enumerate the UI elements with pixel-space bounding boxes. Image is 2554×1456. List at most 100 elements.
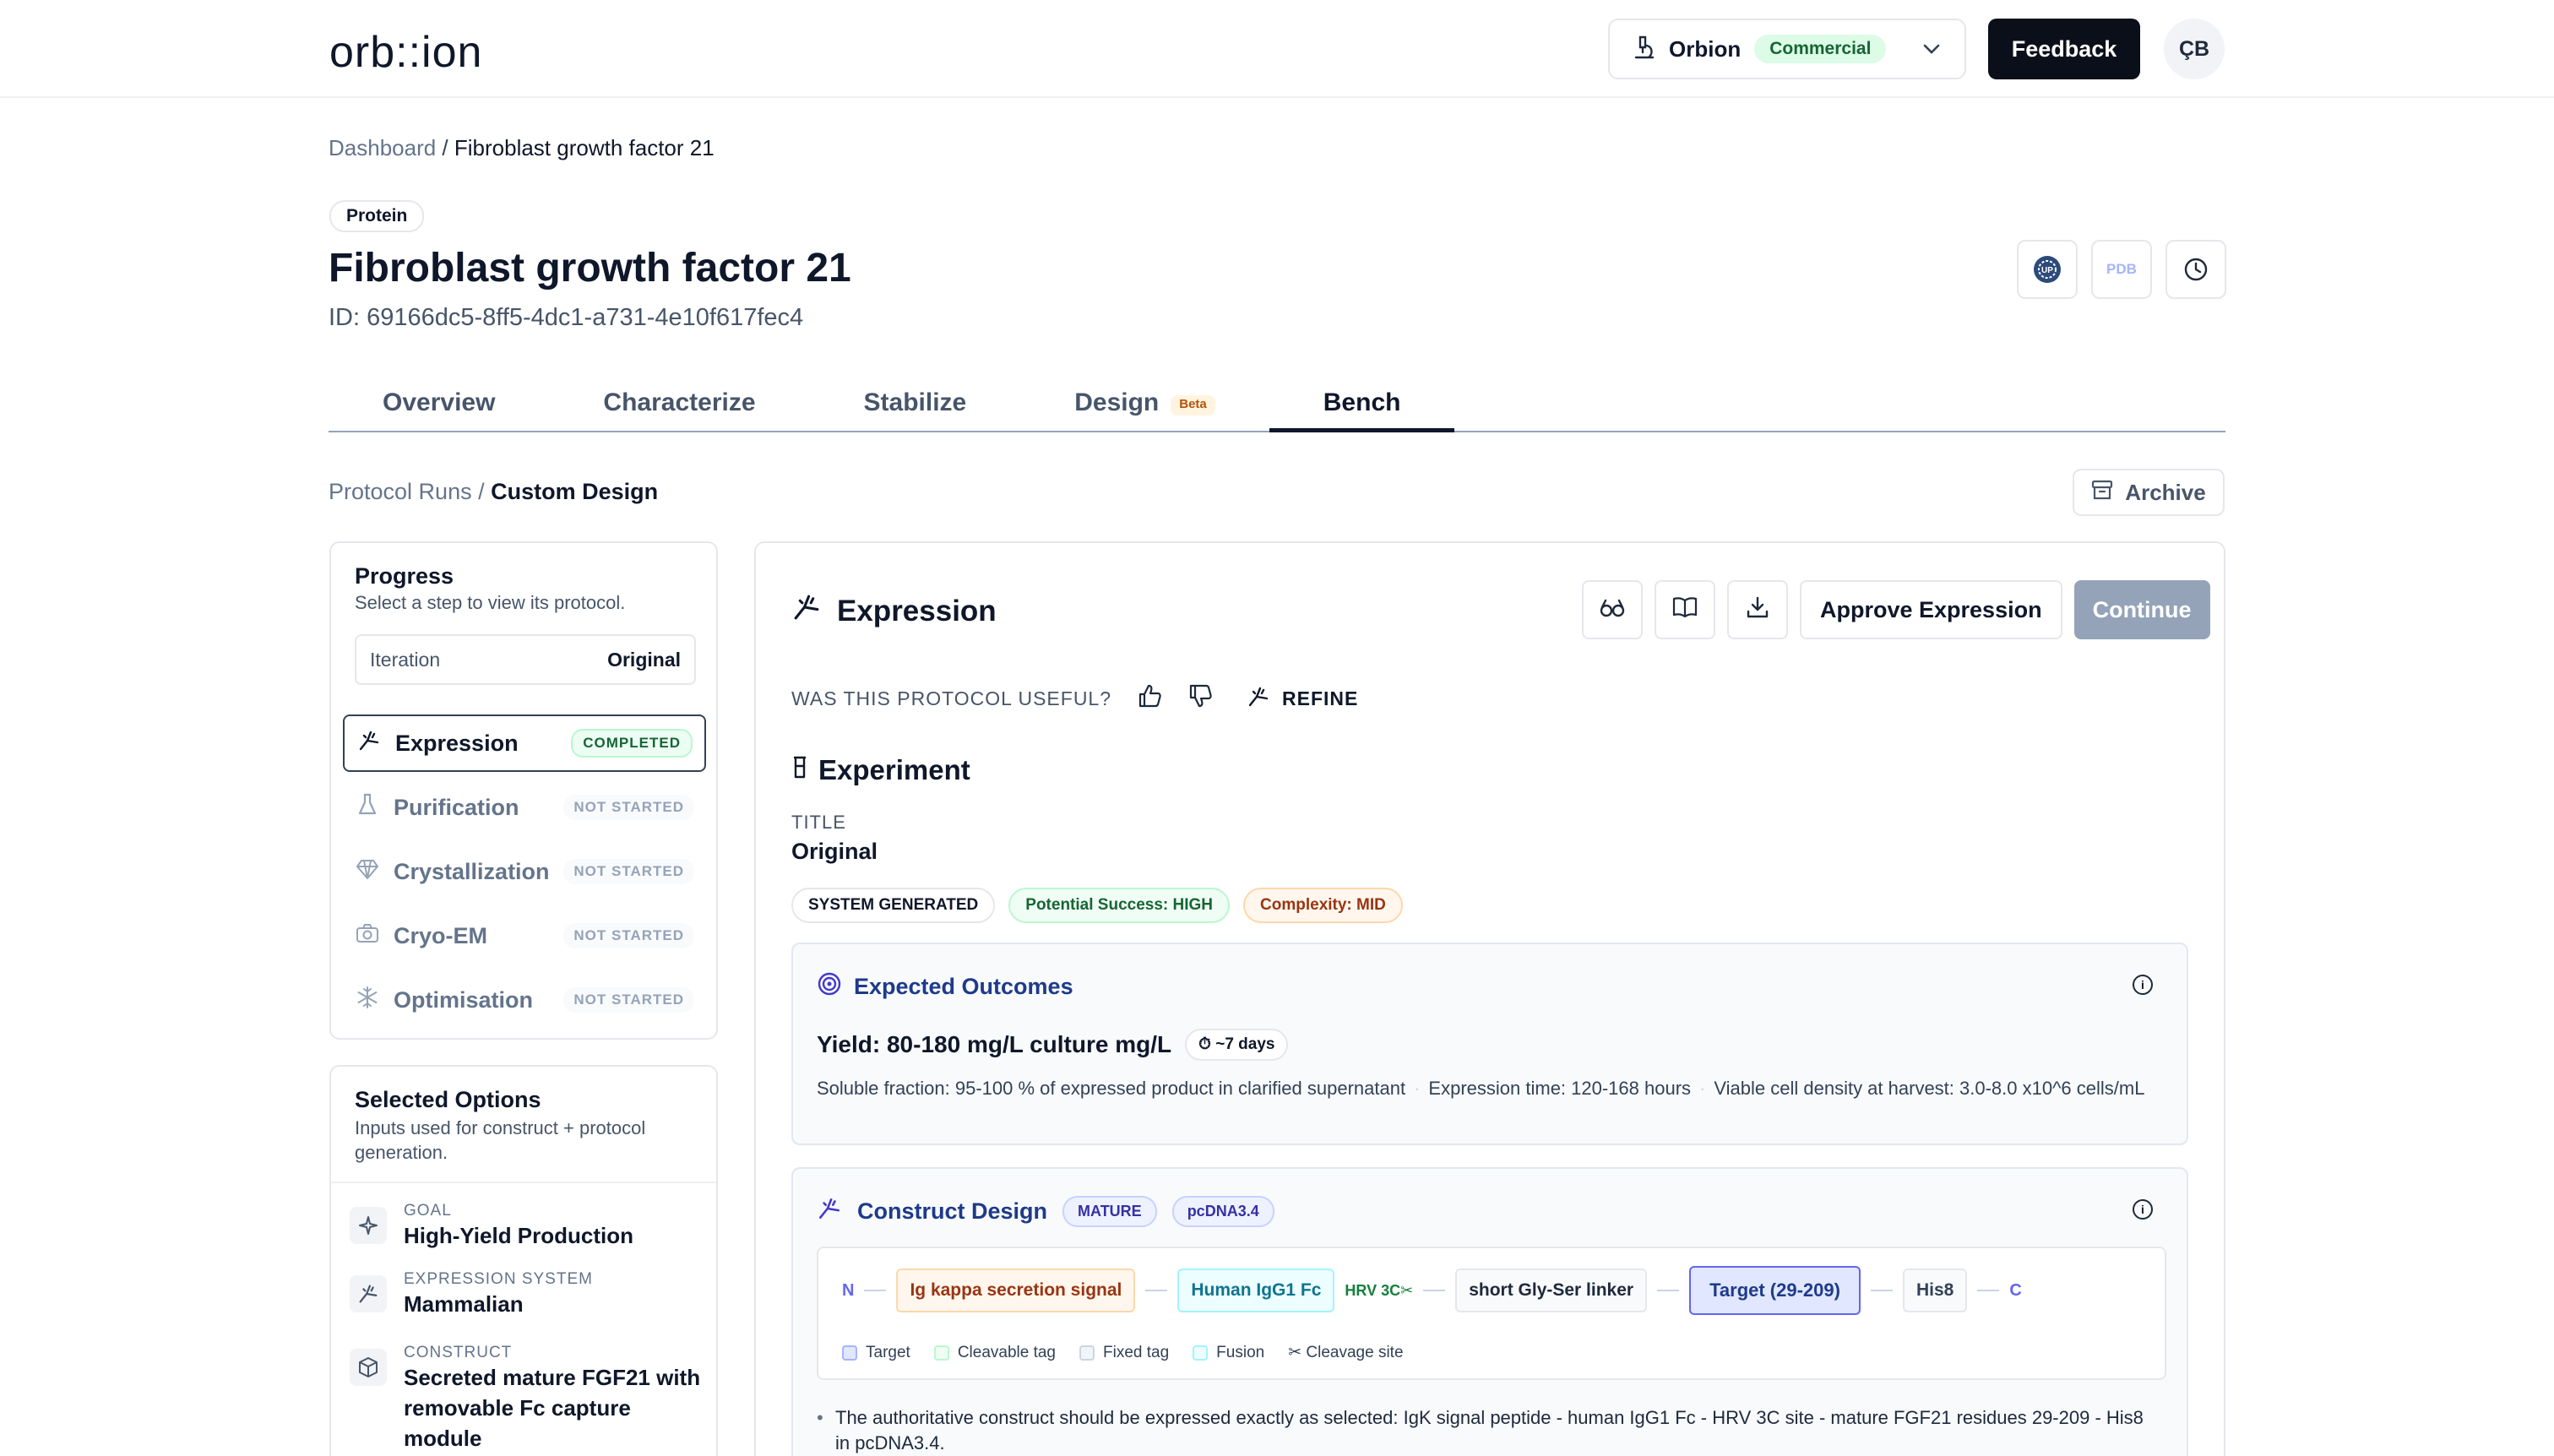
option-expression-system: EXPRESSION SYSTEM Mammalian bbox=[350, 1270, 708, 1319]
experiment-title-label: TITLE bbox=[791, 812, 846, 833]
step-crystallization[interactable]: Crystallization NOT STARTED bbox=[343, 843, 706, 900]
tab-label: Stabilize bbox=[863, 388, 967, 416]
microscope-icon bbox=[1633, 35, 1655, 63]
segment-his-tag[interactable]: His8 bbox=[1902, 1269, 1968, 1312]
success-chip: Potential Success: HIGH bbox=[1008, 888, 1231, 923]
step-name: Crystallization bbox=[394, 858, 550, 884]
step-cryo-em[interactable]: Cryo-EM NOT STARTED bbox=[343, 907, 706, 964]
tab-design[interactable]: Design Beta bbox=[1020, 380, 1269, 432]
user-avatar[interactable]: ÇB bbox=[2164, 19, 2225, 79]
duration-badge: ⏱ ~7 days bbox=[1185, 1029, 1289, 1061]
svg-text:UP: UP bbox=[2041, 266, 2053, 275]
refine-button[interactable]: REFINE bbox=[1247, 685, 1358, 714]
vector-chip: pcDNA3.4 bbox=[1171, 1196, 1274, 1227]
camera-icon bbox=[355, 923, 380, 949]
tab-label: Overview bbox=[383, 388, 496, 416]
download-icon bbox=[1746, 595, 1769, 625]
tab-bench[interactable]: Bench bbox=[1269, 380, 1455, 432]
progress-title: Progress bbox=[355, 563, 454, 589]
expected-outcomes-section: Expected Outcomes i Yield: 80-180 mg/L c… bbox=[791, 943, 2188, 1145]
thumbs-down-icon[interactable] bbox=[1187, 683, 1213, 714]
continue-button[interactable]: Continue bbox=[2073, 580, 2210, 639]
iteration-select[interactable]: Iteration Original bbox=[355, 634, 696, 685]
legend-target: Target bbox=[842, 1343, 910, 1362]
segment-signal-peptide[interactable]: Ig kappa secretion signal bbox=[896, 1269, 1136, 1312]
segment-target[interactable]: Target (29-209) bbox=[1689, 1266, 1861, 1315]
organization-switcher[interactable]: Orbion Commercial bbox=[1608, 19, 1966, 79]
step-purification[interactable]: Purification NOT STARTED bbox=[343, 779, 706, 836]
legend-cleavable-tag: Cleavable tag bbox=[933, 1343, 1056, 1362]
progress-subtitle: Select a step to view its protocol. bbox=[355, 592, 626, 613]
connector bbox=[864, 1290, 887, 1291]
construct-note: The authoritative construct should be ex… bbox=[817, 1405, 2160, 1456]
open-book-button[interactable] bbox=[1655, 580, 1715, 639]
archive-button[interactable]: Archive bbox=[2073, 469, 2225, 516]
progress-card: Progress Select a step to view its proto… bbox=[329, 541, 718, 1040]
legend-swatch bbox=[933, 1345, 949, 1361]
legend-label: Fusion bbox=[1216, 1343, 1265, 1361]
connector bbox=[1145, 1290, 1168, 1291]
tab-label: Characterize bbox=[603, 388, 756, 416]
expression-icon bbox=[356, 729, 382, 758]
construct-heading: Construct Design MATURE pcDNA3.4 bbox=[817, 1196, 1274, 1227]
protocol-title: Expression bbox=[791, 592, 997, 630]
experiment-heading: Experiment bbox=[791, 754, 970, 786]
legend-swatch bbox=[1193, 1345, 1209, 1361]
thumbs-up-icon[interactable] bbox=[1137, 683, 1162, 714]
pdb-icon[interactable]: PDB bbox=[2091, 240, 2152, 299]
beaker-icon bbox=[791, 754, 808, 786]
connector bbox=[1657, 1290, 1680, 1291]
breadcrumb-separator: / bbox=[471, 479, 492, 504]
refine-label: REFINE bbox=[1282, 687, 1359, 709]
options-title: Selected Options bbox=[355, 1087, 541, 1112]
download-button[interactable] bbox=[1727, 580, 1788, 639]
approve-expression-button[interactable]: Approve Expression bbox=[1800, 580, 2062, 639]
info-icon[interactable]: i bbox=[2133, 1199, 2153, 1220]
cleavage-site-hrv3c[interactable]: HRV 3C✂ bbox=[1345, 1282, 1413, 1300]
uniprot-icon[interactable]: UP bbox=[2017, 240, 2078, 299]
protocol-breadcrumb-current: Custom Design bbox=[491, 479, 659, 504]
tab-stabilize[interactable]: Stabilize bbox=[810, 380, 1021, 432]
step-expression[interactable]: Expression COMPLETED bbox=[343, 714, 706, 772]
legend-fixed-tag: Fixed tag bbox=[1079, 1343, 1169, 1362]
tab-overview[interactable]: Overview bbox=[329, 380, 549, 432]
step-status-badge: NOT STARTED bbox=[563, 795, 694, 820]
options-subtitle: Inputs used for construct + protocol gen… bbox=[355, 1117, 646, 1163]
segment-linker[interactable]: short Gly-Ser linker bbox=[1455, 1269, 1648, 1312]
option-label: GOAL bbox=[404, 1202, 452, 1220]
history-icon[interactable] bbox=[2165, 240, 2226, 299]
segment-fc-fusion[interactable]: Human IgG1 Fc bbox=[1177, 1269, 1335, 1312]
protocol-runs-link[interactable]: Protocol Runs bbox=[329, 479, 472, 504]
soluble-fraction-metric: Soluble fraction: 95-100 % of expressed … bbox=[817, 1078, 1406, 1099]
orbion-logo[interactable]: orb::ion bbox=[329, 27, 482, 78]
tab-label: Design bbox=[1074, 388, 1160, 416]
header-actions: UP PDB bbox=[2017, 240, 2226, 299]
option-goal: GOAL High-Yield Production bbox=[350, 1202, 708, 1251]
cube-icon bbox=[350, 1349, 387, 1386]
selected-options-card: Selected Options Inputs used for constru… bbox=[329, 1065, 718, 1456]
construct-design-section: Construct Design MATURE pcDNA3.4 i N Ig … bbox=[791, 1167, 2188, 1456]
step-optimisation[interactable]: Optimisation NOT STARTED bbox=[343, 971, 706, 1029]
legend-fusion: Fusion bbox=[1193, 1343, 1264, 1362]
organization-name: Orbion bbox=[1669, 35, 1742, 62]
beta-badge: Beta bbox=[1171, 395, 1215, 416]
step-status-badge: NOT STARTED bbox=[563, 923, 694, 948]
sparkle-icon bbox=[350, 1207, 387, 1244]
entity-id: ID: 69166dc5-8ff5-4dc1-a731-4e10f617fec4 bbox=[329, 304, 804, 331]
option-label: EXPRESSION SYSTEM bbox=[404, 1270, 593, 1288]
info-icon[interactable]: i bbox=[2133, 975, 2153, 995]
protocol-title-text: Expression bbox=[837, 594, 997, 627]
snowflake-icon bbox=[355, 986, 380, 1015]
iteration-value: Original bbox=[607, 648, 681, 671]
tab-characterize[interactable]: Characterize bbox=[549, 380, 809, 432]
view-button[interactable] bbox=[1582, 580, 1643, 639]
breadcrumb-dashboard-link[interactable]: Dashboard bbox=[329, 135, 436, 160]
protocol-actions: Approve Expression Continue bbox=[1582, 580, 2210, 639]
experiment-heading-text: Experiment bbox=[818, 754, 970, 785]
feedback-button[interactable]: Feedback bbox=[1988, 19, 2140, 79]
expression-icon bbox=[791, 592, 822, 630]
timer-icon: ⏱ bbox=[1198, 1035, 1211, 1053]
construct-legend: Target Cleavable tag Fixed tag Fusion ✂ … bbox=[842, 1343, 1404, 1362]
duration-text: ~7 days bbox=[1215, 1035, 1275, 1053]
feedback-row: WAS THIS PROTOCOL USEFUL? REFINE bbox=[791, 683, 1358, 714]
